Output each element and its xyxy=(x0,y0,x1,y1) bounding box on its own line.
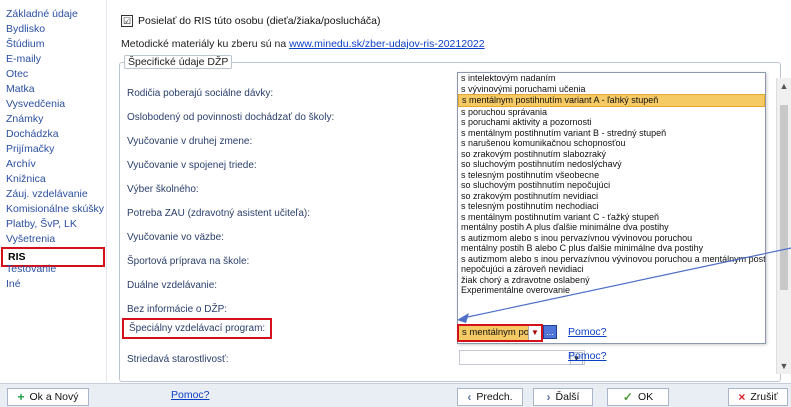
field-label: Rodičia poberajú sociálne dávky: xyxy=(127,88,274,99)
field-label: Bez informácie o DŽP: xyxy=(127,304,228,315)
chevron-left-icon: ‹ xyxy=(467,390,472,404)
listbox-option[interactable]: mentálny postih B alebo C plus ďalšie mi… xyxy=(458,243,765,254)
field-label: Vyučovanie v spojenej triede: xyxy=(127,160,257,171)
listbox-option[interactable]: s intelektovým nadaním xyxy=(458,73,765,84)
send-to-ris-label: Posielať do RIS túto osobu (dieťa/žiaka/… xyxy=(138,15,381,27)
check-icon: ✓ xyxy=(622,390,633,404)
plus-icon: + xyxy=(17,390,25,404)
field-label: Oslobodený od povinnosti dochádzať do šk… xyxy=(127,112,335,123)
listbox-option[interactable]: s telesným postihnutím všeobecne xyxy=(458,170,765,181)
listbox-option[interactable]: so sluchovým postihnutím nepočujúci xyxy=(458,180,765,191)
sidebar-item-záuj-vzdelávanie[interactable]: Záuj. vzdelávanie xyxy=(6,187,88,201)
send-to-ris-row[interactable]: ☑ Posielať do RIS túto osobu (dieťa/žiak… xyxy=(121,15,381,27)
previous-label: Predch. xyxy=(476,391,513,403)
listbox-option[interactable]: mentálny postih A plus ďalšie minimálne … xyxy=(458,222,765,233)
listbox-option[interactable]: žiak chorý a zdravotne oslabený xyxy=(458,275,765,286)
sidebar-item-bydlisko[interactable]: Bydlisko xyxy=(6,22,45,36)
form-scrollbar[interactable]: ▲ ▼ xyxy=(776,78,791,374)
bottom-help-link[interactable]: Pomoc? xyxy=(171,389,210,401)
sidebar-item-základné-údaje[interactable]: Základné údaje xyxy=(6,7,78,21)
sidebar-item-známky[interactable]: Známky xyxy=(6,112,43,126)
next-button[interactable]: › Ďalší xyxy=(533,388,593,406)
main-panel: ☑ Posielať do RIS túto osobu (dieťa/žiak… xyxy=(113,0,791,382)
special-program-label: Špeciálny vzdelávací program: xyxy=(122,318,273,339)
listbox-option[interactable]: s autizmom alebo s inou pervazívnou vývi… xyxy=(458,233,765,244)
listbox-option[interactable]: so zrakovým postihnutím nevidiaci xyxy=(458,191,765,202)
sidebar-item-platby-švp-lk[interactable]: Platby, ŠvP, LK xyxy=(6,217,77,231)
special-program-listbox[interactable]: s intelektovým nadaním s vývinovými poruc… xyxy=(457,72,766,344)
field-label: Výber školného: xyxy=(127,184,199,195)
listbox-option[interactable]: s telesným postihnutím nechodiaci xyxy=(458,201,765,212)
ok-label: OK xyxy=(637,391,654,403)
chevron-right-icon: › xyxy=(546,390,551,404)
listbox-option[interactable]: s narušenou komunikačnou schopnosťou xyxy=(458,138,765,149)
sidebar-item-e-maily[interactable]: E-maily xyxy=(6,52,41,66)
field-label: Potreba ZAU (zdravotný asistent učiteľa)… xyxy=(127,208,310,219)
ok-new-label: Ok a Nový xyxy=(29,391,79,403)
ok-new-button[interactable]: + Ok a Nový xyxy=(7,388,89,406)
listbox-option[interactable]: s autizmom alebo s inou pervazívnou vývi… xyxy=(458,254,765,265)
sidebar-item-iné[interactable]: Iné xyxy=(6,277,21,291)
sidebar-item-matka[interactable]: Matka xyxy=(6,82,35,96)
listbox-option[interactable]: s vývinovými poruchami učenia xyxy=(458,84,765,95)
previous-button[interactable]: ‹ Predch. xyxy=(457,388,523,406)
sidebar-item-štúdium[interactable]: Štúdium xyxy=(6,37,45,51)
special-program-dropdown-button[interactable]: ... xyxy=(543,325,557,339)
listbox-option[interactable]: s poruchami aktivity a pozornosti xyxy=(458,117,765,128)
listbox-option[interactable]: s poruchou správania xyxy=(458,107,765,118)
sidebar-item-vyšetrenia[interactable]: Vyšetrenia xyxy=(6,232,55,246)
sidebar-item-testovanie[interactable]: Testovanie xyxy=(6,262,56,276)
listbox-option[interactable]: Experimentálne overovanie xyxy=(458,285,765,296)
field-label: Vyučovanie vo väzbe: xyxy=(127,232,224,243)
methodology-link[interactable]: www.minedu.sk/zber-udajov-ris-20212022 xyxy=(289,38,485,50)
special-program-help-link[interactable]: Pomoc? xyxy=(568,326,607,338)
field-label: Duálne vzdelávanie: xyxy=(127,280,218,291)
listbox-option[interactable]: s mentálnym postihnutím variant C - ťažk… xyxy=(458,212,765,223)
alternating-care-help-link[interactable]: Pomoc? xyxy=(568,350,607,362)
cancel-label: Zrušiť xyxy=(750,391,778,403)
sidebar-item-otec[interactable]: Otec xyxy=(6,67,28,81)
send-to-ris-checkbox[interactable]: ☑ xyxy=(121,15,133,27)
next-label: Ďalší xyxy=(555,391,580,403)
scroll-down-icon[interactable]: ▼ xyxy=(777,360,791,372)
listbox-option[interactable]: s mentálnym postihnutím variant B - stre… xyxy=(458,128,765,139)
field-label: Striedavá starostlivosť: xyxy=(127,354,229,365)
sidebar-item-komisionálne-skúšky[interactable]: Komisionálne skúšky xyxy=(6,202,104,216)
listbox-option[interactable]: so zrakovým postihnutím slabozraký xyxy=(458,149,765,160)
listbox-option[interactable]: nepočujúci a zároveň nevidiaci xyxy=(458,264,765,275)
special-program-combobox[interactable]: s mentálnym postihnutí ▼ xyxy=(457,324,543,342)
sidebar-item-prijímačky[interactable]: Prijímačky xyxy=(6,142,54,156)
methodology-row: Metodické materiály ku zberu sú na www.m… xyxy=(121,38,485,50)
bottom-toolbar: + Ok a Nový Pomoc? ‹ Predch. › Ďalší ✓ O… xyxy=(0,383,791,407)
sidebar: Základné údaje Bydlisko Štúdium E-maily Otec… xyxy=(0,0,107,382)
cancel-button[interactable]: × Zrušiť xyxy=(728,388,788,406)
specific-data-group-title: Špecifické údaje DŽP xyxy=(124,55,233,69)
sidebar-item-knižnica[interactable]: Knižnica xyxy=(6,172,46,186)
sidebar-item-dochádzka[interactable]: Dochádzka xyxy=(6,127,59,141)
scroll-thumb[interactable] xyxy=(780,105,788,290)
field-label: Športová príprava na škole: xyxy=(127,256,250,267)
sidebar-item-archív[interactable]: Archív xyxy=(6,157,36,171)
close-icon: × xyxy=(738,390,746,404)
listbox-option[interactable]: so sluchovým postihnutím nedoslýchavý xyxy=(458,159,765,170)
sidebar-item-vysvedčenia[interactable]: Vysvedčenia xyxy=(6,97,65,111)
listbox-option[interactable]: s mentálnym postihnutím variant A - ľahk… xyxy=(458,94,765,107)
field-label: Vyučovanie v druhej zmene: xyxy=(127,136,253,147)
methodology-text: Metodické materiály ku zberu sú na xyxy=(121,38,290,50)
ok-button[interactable]: ✓ OK xyxy=(607,388,669,406)
alternating-care-combobox[interactable]: ▼ xyxy=(459,350,585,365)
scroll-up-icon[interactable]: ▲ xyxy=(777,80,791,92)
chevron-down-icon[interactable]: ▼ xyxy=(528,326,541,340)
